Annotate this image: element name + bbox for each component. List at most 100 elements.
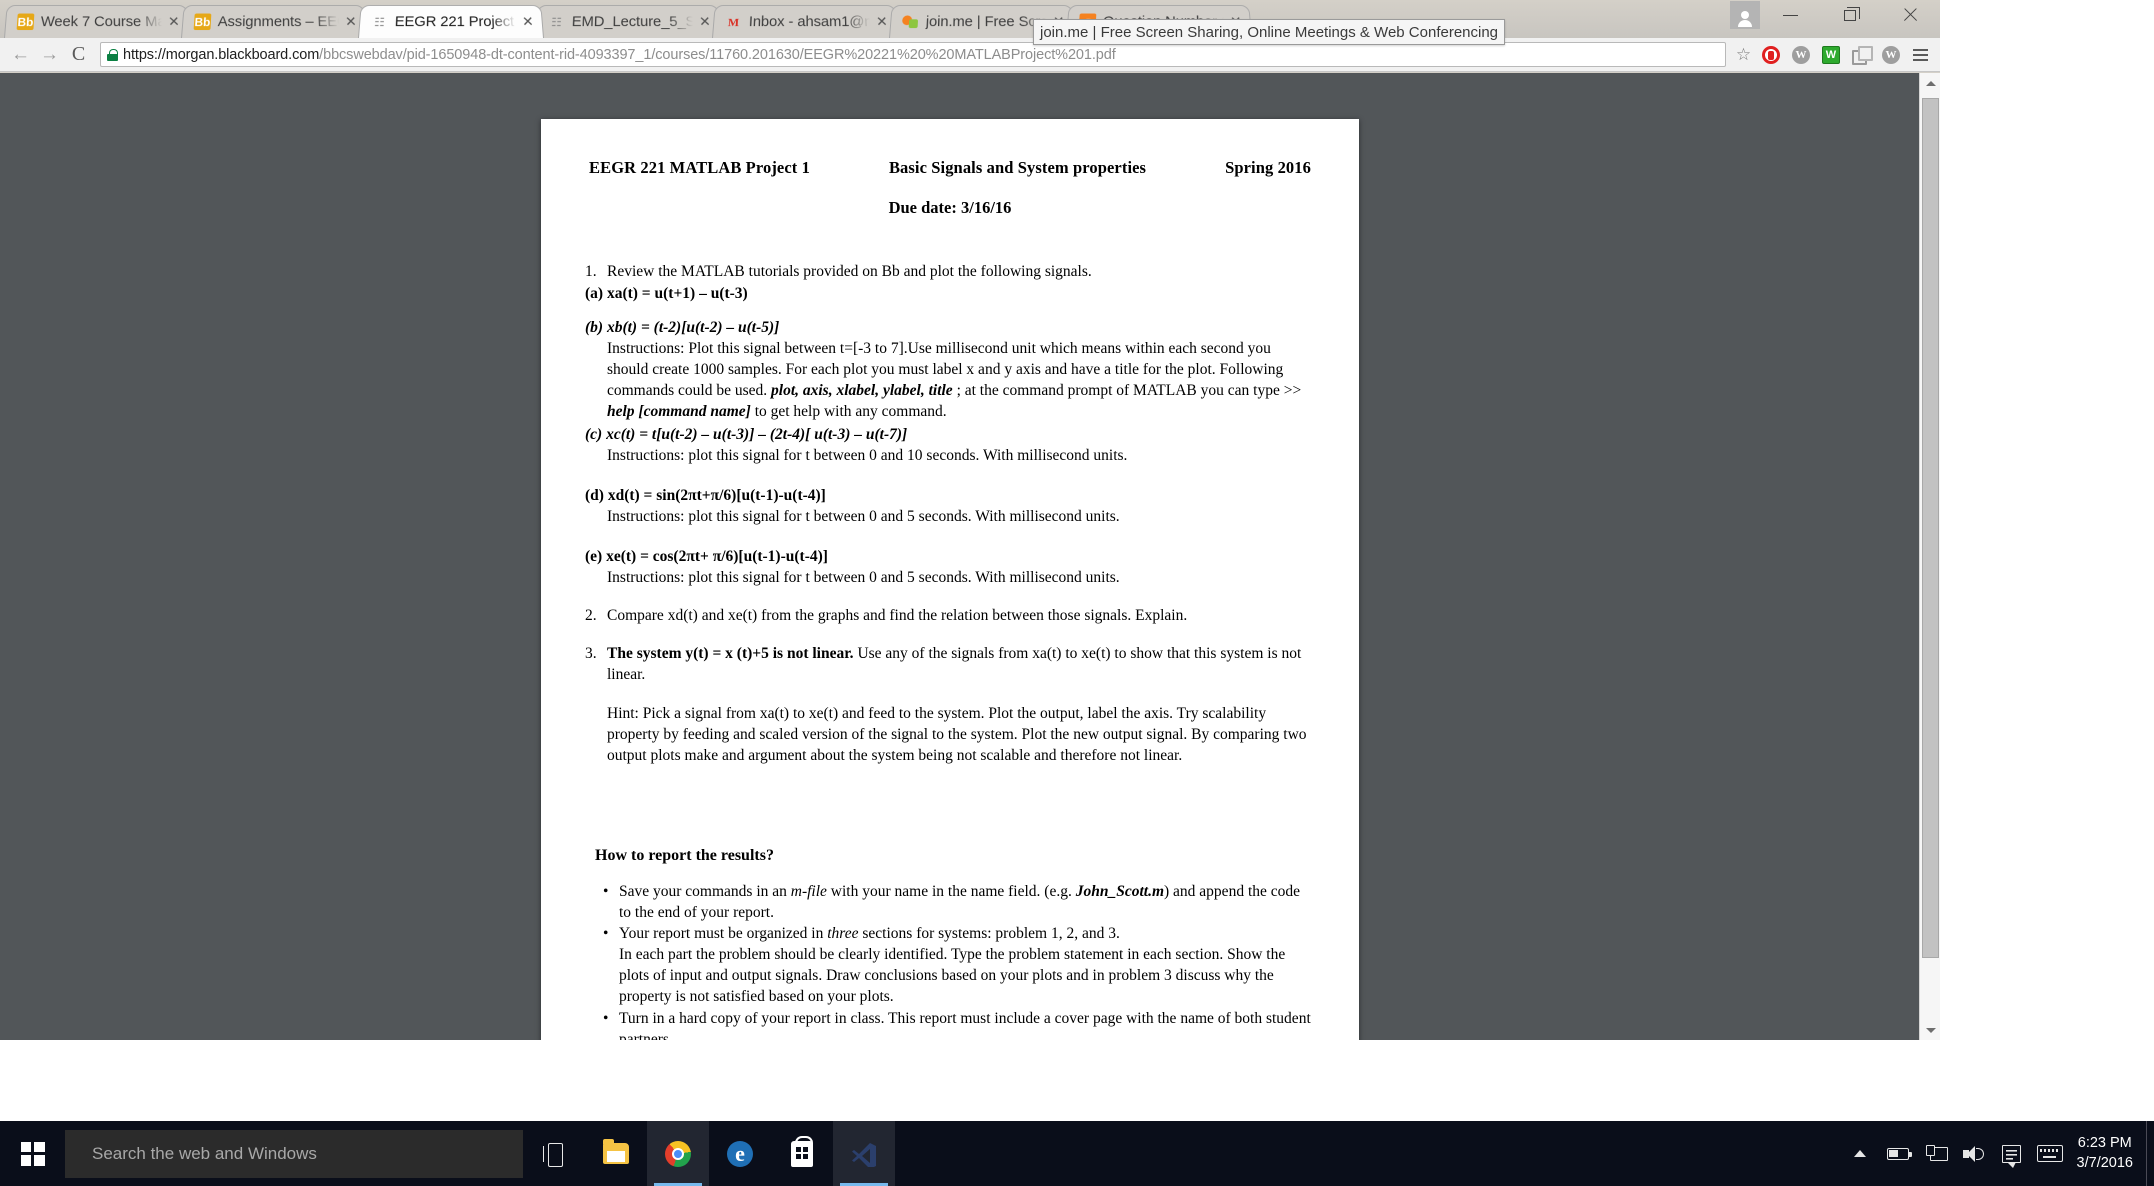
visual-studio-icon [851, 1141, 877, 1167]
action-center-icon[interactable] [1993, 1121, 2031, 1186]
close-window-button[interactable] [1880, 0, 1940, 30]
clock-date: 3/7/2016 [2076, 1154, 2133, 1171]
bookmark-star-icon[interactable]: ☆ [1731, 42, 1756, 67]
part-e-instructions: Instructions: plot this signal for t bet… [607, 568, 1120, 586]
url-text: https://morgan.blackboard.com/bbcswebdav… [123, 47, 1116, 63]
back-icon[interactable]: ← [6, 40, 35, 69]
close-icon[interactable]: ✕ [343, 13, 360, 30]
pdf-scrollbar[interactable] [1919, 73, 1940, 1040]
mfile-emphasis: m-file [790, 882, 827, 900]
instr-text-3: to get help with any command. [750, 403, 947, 421]
chrome-menu-icon[interactable] [1906, 40, 1934, 69]
wikibuy-icon[interactable]: W [1786, 40, 1816, 69]
bullet-text: Save your commands in an m-file with you… [619, 882, 1315, 924]
close-icon[interactable]: ✕ [697, 13, 714, 30]
tab-title: EMD_Lecture_5_Sprin [571, 13, 694, 31]
windows-taskbar: Search the web and Windows e 6:23 PM 3/7… [0, 1121, 2154, 1186]
reload-icon[interactable]: C [64, 40, 93, 69]
bullet-icon: • [603, 1010, 609, 1028]
part-c-label: (c) xc(t) = t[u(t-2) – u(t-3)] – (2t-4)[… [585, 425, 908, 443]
start-button[interactable] [0, 1121, 65, 1186]
report-bullets: • Save your commands in an m-file with y… [585, 882, 1315, 1040]
scrollbar-thumb[interactable] [1922, 98, 1939, 958]
problem-number: 2. [585, 606, 597, 624]
blackboard-icon: Bb [16, 13, 35, 31]
tab-strip: Bb Week 7 Course Mate ✕ Bb Assignments –… [0, 0, 1940, 38]
keyboard-icon[interactable] [2031, 1121, 2069, 1186]
part-d-label: (d) xd(t) = sin(2πt+π/6)[u(t-1)-u(t-4)] [585, 486, 826, 504]
close-icon[interactable]: ✕ [520, 13, 537, 30]
extension-boxes-icon[interactable] [1846, 40, 1876, 69]
assignment-title: Basic Signals and System properties [888, 158, 1147, 177]
pdf-viewer: EEGR 221 MATLAB Project 1 Basic Signals … [0, 73, 1940, 1040]
window-caption-buttons [1730, 0, 1940, 30]
joinme-icon [902, 14, 920, 31]
bullet-1-part1: Save your commands in an [619, 882, 791, 900]
close-icon[interactable]: ✕ [166, 13, 183, 30]
browser-tab-2[interactable]: Bb Assignments – EEGR² ✕ [181, 4, 367, 38]
taskbar-search-input[interactable]: Search the web and Windows [65, 1129, 523, 1178]
system-tray: 6:23 PM 3/7/2016 [1841, 1121, 2154, 1186]
adblock-icon[interactable] [1756, 40, 1786, 69]
problem-1: 1. Review the MATLAB tutorials provided … [585, 262, 1315, 283]
taskbar-clock[interactable]: 6:23 PM 3/7/2016 [2069, 1134, 2146, 1173]
scroll-up-icon[interactable] [1920, 73, 1940, 93]
url-path: /bbcswebdav/pid-1650948-dt-content-rid-4… [319, 46, 1116, 63]
store-icon [791, 1135, 813, 1167]
show-desktop-button[interactable] [2146, 1121, 2154, 1186]
chrome-browser-window: Bb Week 7 Course Mate ✕ Bb Assignments –… [0, 0, 1940, 1040]
part-d-instructions: Instructions: plot this signal for t bet… [607, 507, 1120, 525]
file-explorer-button[interactable] [585, 1121, 647, 1186]
tab-title: Week 7 Course Mate [40, 13, 163, 31]
problem-text: The system y(t) = x (t)+5 is not linear.… [607, 644, 1315, 686]
task-view-button[interactable] [523, 1121, 585, 1186]
close-icon[interactable]: ✕ [874, 13, 891, 30]
bullet-text: Your report must be organized in three s… [619, 924, 1315, 1008]
chrome-button[interactable] [647, 1121, 709, 1186]
tab-title: join.me | Free Screen [925, 13, 1047, 31]
chrome-icon [665, 1140, 691, 1167]
problem-text: Review the MATLAB tutorials provided on … [607, 262, 1092, 280]
browser-tab-3-active[interactable]: ☷ EEGR 221 Project 1.p ✕ [358, 4, 544, 38]
problem-number: 3. [585, 645, 597, 663]
forward-icon[interactable]: → [35, 40, 64, 69]
tab-title: Inbox - ahsam1@mo [748, 13, 871, 31]
browser-tab-5[interactable]: M Inbox - ahsam1@mo ✕ [712, 4, 898, 38]
bullet-text: Turn in a hard copy of your report in cl… [619, 1010, 1311, 1040]
blackboard-icon: Bb [193, 13, 212, 31]
list-item: • Turn in a hard copy of your report in … [585, 1009, 1315, 1040]
bullet-icon: • [603, 925, 609, 943]
problem-2: 2. Compare xd(t) and xe(t) from the grap… [585, 606, 1315, 627]
maximize-restore-button[interactable] [1820, 0, 1880, 30]
address-bar[interactable]: https://morgan.blackboard.com/bbcswebdav… [100, 42, 1726, 67]
visual-studio-button[interactable] [833, 1121, 895, 1186]
pdf-file-icon: ☷ [373, 14, 386, 29]
scroll-down-icon[interactable] [1920, 1020, 1940, 1040]
bullet-2-line2: In each part the problem should be clear… [619, 946, 1286, 1006]
filename-example: John_Scott.m [1075, 882, 1165, 900]
battery-icon[interactable] [1879, 1121, 1917, 1186]
folder-icon [603, 1139, 629, 1164]
part-a-label: (a) xa(t) = u(t+1) – u(t-3) [585, 285, 748, 303]
problem-3: 3. The system y(t) = x (t)+5 is not line… [585, 644, 1315, 686]
problem-text: Compare xd(t) and xe(t) from the graphs … [607, 606, 1188, 624]
wikipedia-icon[interactable]: W [1876, 40, 1906, 69]
search-placeholder: Search the web and Windows [92, 1143, 317, 1163]
browser-toolbar: ← → C https://morgan.blackboard.com/bbcs… [0, 38, 1940, 72]
matlab-commands: plot, axis, xlabel, ylabel, title [771, 382, 953, 400]
document-header: EEGR 221 MATLAB Project 1 Basic Signals … [585, 157, 1315, 179]
problem-3-hint: Hint: Pick a signal from xa(t) to xe(t) … [607, 705, 1307, 765]
volume-icon[interactable] [1955, 1121, 1993, 1186]
network-icon[interactable] [1917, 1121, 1955, 1186]
instr-text-2: ; at the command prompt of MATLAB you ca… [952, 382, 1302, 400]
wot-shield-icon[interactable]: W [1816, 40, 1846, 69]
browser-tab-1[interactable]: Bb Week 7 Course Mate ✕ [4, 4, 190, 38]
list-item: • Your report must be organized in three… [585, 924, 1315, 1008]
browser-tab-4[interactable]: ☷ EMD_Lecture_5_Sprin ✕ [535, 4, 721, 38]
show-hidden-icons-button[interactable] [1841, 1121, 1879, 1186]
profile-avatar-icon[interactable] [1730, 1, 1760, 29]
edge-button[interactable]: e [709, 1121, 771, 1186]
minimize-button[interactable] [1760, 0, 1820, 30]
problem-number: 1. [585, 262, 597, 280]
store-button[interactable] [771, 1121, 833, 1186]
